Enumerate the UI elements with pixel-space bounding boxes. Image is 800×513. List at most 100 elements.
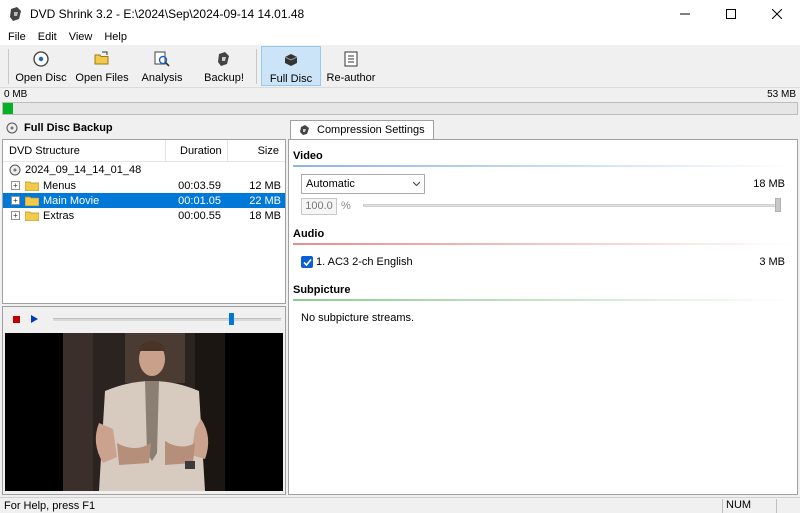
tree-row-menus[interactable]: + Menus 00:03.59 12 MB (3, 178, 285, 193)
open-files-label: Open Files (75, 72, 129, 84)
column-header-duration[interactable]: Duration (165, 139, 227, 162)
percent-sign: % (341, 200, 351, 212)
percent-input[interactable]: 100.0 (301, 198, 337, 215)
size-progress-bar (2, 102, 798, 115)
folder-icon (25, 181, 39, 191)
tree-row-duration: 00:00.55 (178, 209, 221, 222)
expand-icon[interactable]: + (11, 181, 20, 190)
status-bar: For Help, press F1 NUM (0, 497, 800, 513)
seek-bar[interactable] (53, 318, 281, 321)
subpicture-section-title: Subpicture (293, 284, 351, 296)
num-lock-indicator: NUM (722, 499, 772, 513)
size-bar: 0 MB 53 MB (0, 88, 800, 102)
play-icon[interactable] (31, 315, 38, 323)
tree-row-name: + Extras (11, 210, 165, 222)
toolbar-separator (256, 49, 257, 84)
stop-icon[interactable] (13, 316, 20, 323)
tree-row-duration: 00:03.59 (178, 179, 221, 192)
root-label: 2024_09_14_14_01_48 (25, 164, 142, 176)
size-max-label: 53 MB (767, 89, 796, 100)
open-disc-button[interactable]: Open Disc (14, 46, 68, 86)
folder-open-icon (94, 51, 109, 65)
subpicture-message: No subpicture streams. (301, 312, 415, 324)
player-controls (3, 307, 285, 332)
subpicture-section-divider (293, 299, 793, 301)
tree-row-main-movie[interactable]: + Main Movie 00:01.05 22 MB (3, 193, 285, 208)
menu-help[interactable]: Help (98, 31, 133, 43)
pane-header: Full Disc Backup (2, 118, 286, 137)
folder-icon (25, 196, 39, 206)
compression-icon (300, 125, 309, 135)
tree-row-size: 18 MB (249, 209, 281, 222)
tree-header: DVD Structure Duration Size (3, 139, 285, 162)
tree-row-size: 12 MB (249, 179, 281, 192)
reauthor-icon (344, 51, 358, 67)
menu-bar: File Edit View Help (0, 28, 800, 45)
audio-section-title: Audio (293, 228, 325, 240)
column-header-structure[interactable]: DVD Structure (3, 145, 165, 157)
tree-row-size: 22 MB (249, 194, 281, 207)
backup-label: Backup! (204, 72, 244, 84)
chevron-down-icon (413, 181, 420, 187)
analysis-label: Analysis (141, 72, 183, 84)
compression-slider[interactable] (363, 204, 781, 207)
backup-button[interactable]: Backup! (200, 46, 248, 86)
tree-row-extras[interactable]: + Extras 00:00.55 18 MB (3, 208, 285, 223)
audio-track-checkbox[interactable] (301, 256, 313, 268)
tab-compression-settings[interactable]: Compression Settings (290, 120, 434, 139)
analysis-button[interactable]: Analysis (138, 46, 186, 86)
disc-icon (6, 122, 18, 133)
preview-player (2, 306, 286, 495)
column-header-size[interactable]: Size (227, 139, 285, 162)
minimize-icon (680, 13, 690, 15)
seek-thumb[interactable] (228, 313, 234, 325)
maximize-button[interactable] (708, 0, 754, 28)
open-files-button[interactable]: Open Files (74, 46, 130, 86)
disc-icon (33, 51, 49, 67)
tree-row-label: Menus (43, 179, 77, 192)
close-button[interactable] (754, 0, 800, 28)
magnifier-icon (154, 51, 170, 67)
minimize-button[interactable] (662, 0, 708, 28)
toolbar: Open Disc Open Files Analysis Backup! Fu… (0, 45, 800, 88)
video-frame-image (5, 333, 283, 491)
video-section-title: Video (293, 150, 323, 162)
full-disc-button[interactable]: Full Disc (261, 46, 321, 86)
audio-track-label: 1. AC3 2-ch English (316, 256, 413, 268)
compression-slider-thumb[interactable] (775, 198, 781, 212)
title-bar: DVD Shrink 3.2 - E:\2024\Sep\2024-09-14 … (0, 0, 800, 28)
menu-file[interactable]: File (2, 31, 32, 43)
video-compression-select[interactable]: Automatic (301, 174, 425, 194)
window-title: DVD Shrink 3.2 - E:\2024\Sep\2024-09-14 … (30, 7, 305, 21)
video-section-divider (293, 165, 793, 167)
full-disc-label: Full Disc (269, 73, 313, 85)
tree-row-duration: 00:01.05 (178, 194, 221, 207)
audio-track-size: 3 MB (759, 256, 785, 268)
audio-section-divider (293, 243, 793, 245)
open-disc-label: Open Disc (15, 72, 67, 84)
settings-panel: Video Automatic 18 MB 100.0 % Audio 1. A… (288, 139, 798, 495)
app-icon (10, 7, 21, 21)
menu-edit[interactable]: Edit (32, 31, 63, 43)
close-icon (772, 9, 782, 19)
tree-row-label: Extras (43, 209, 75, 222)
pane-title: Full Disc Backup (24, 121, 113, 134)
video-size: 18 MB (753, 178, 785, 190)
menu-view[interactable]: View (63, 31, 99, 43)
video-preview (5, 333, 283, 491)
tree-root[interactable]: 2024_09_14_14_01_48 (3, 162, 285, 178)
checkmark-icon (302, 258, 312, 266)
select-value: Automatic (306, 178, 355, 190)
expand-icon[interactable]: + (11, 211, 20, 220)
expand-icon[interactable]: + (11, 196, 20, 205)
disc-icon (9, 164, 21, 176)
reauthor-button[interactable]: Re-author (325, 46, 377, 86)
dvd-structure-tree: DVD Structure Duration Size 2024_09_14_1… (2, 139, 286, 304)
tree-row-name: + Main Movie (11, 195, 165, 207)
toolbar-separator (8, 49, 9, 84)
tree-row-label: Main Movie (43, 194, 100, 207)
maximize-icon (726, 9, 736, 19)
status-help-text: For Help, press F1 (4, 500, 96, 512)
left-pane: Full Disc Backup DVD Structure Duration … (2, 118, 286, 495)
tab-label: Compression Settings (317, 124, 425, 136)
